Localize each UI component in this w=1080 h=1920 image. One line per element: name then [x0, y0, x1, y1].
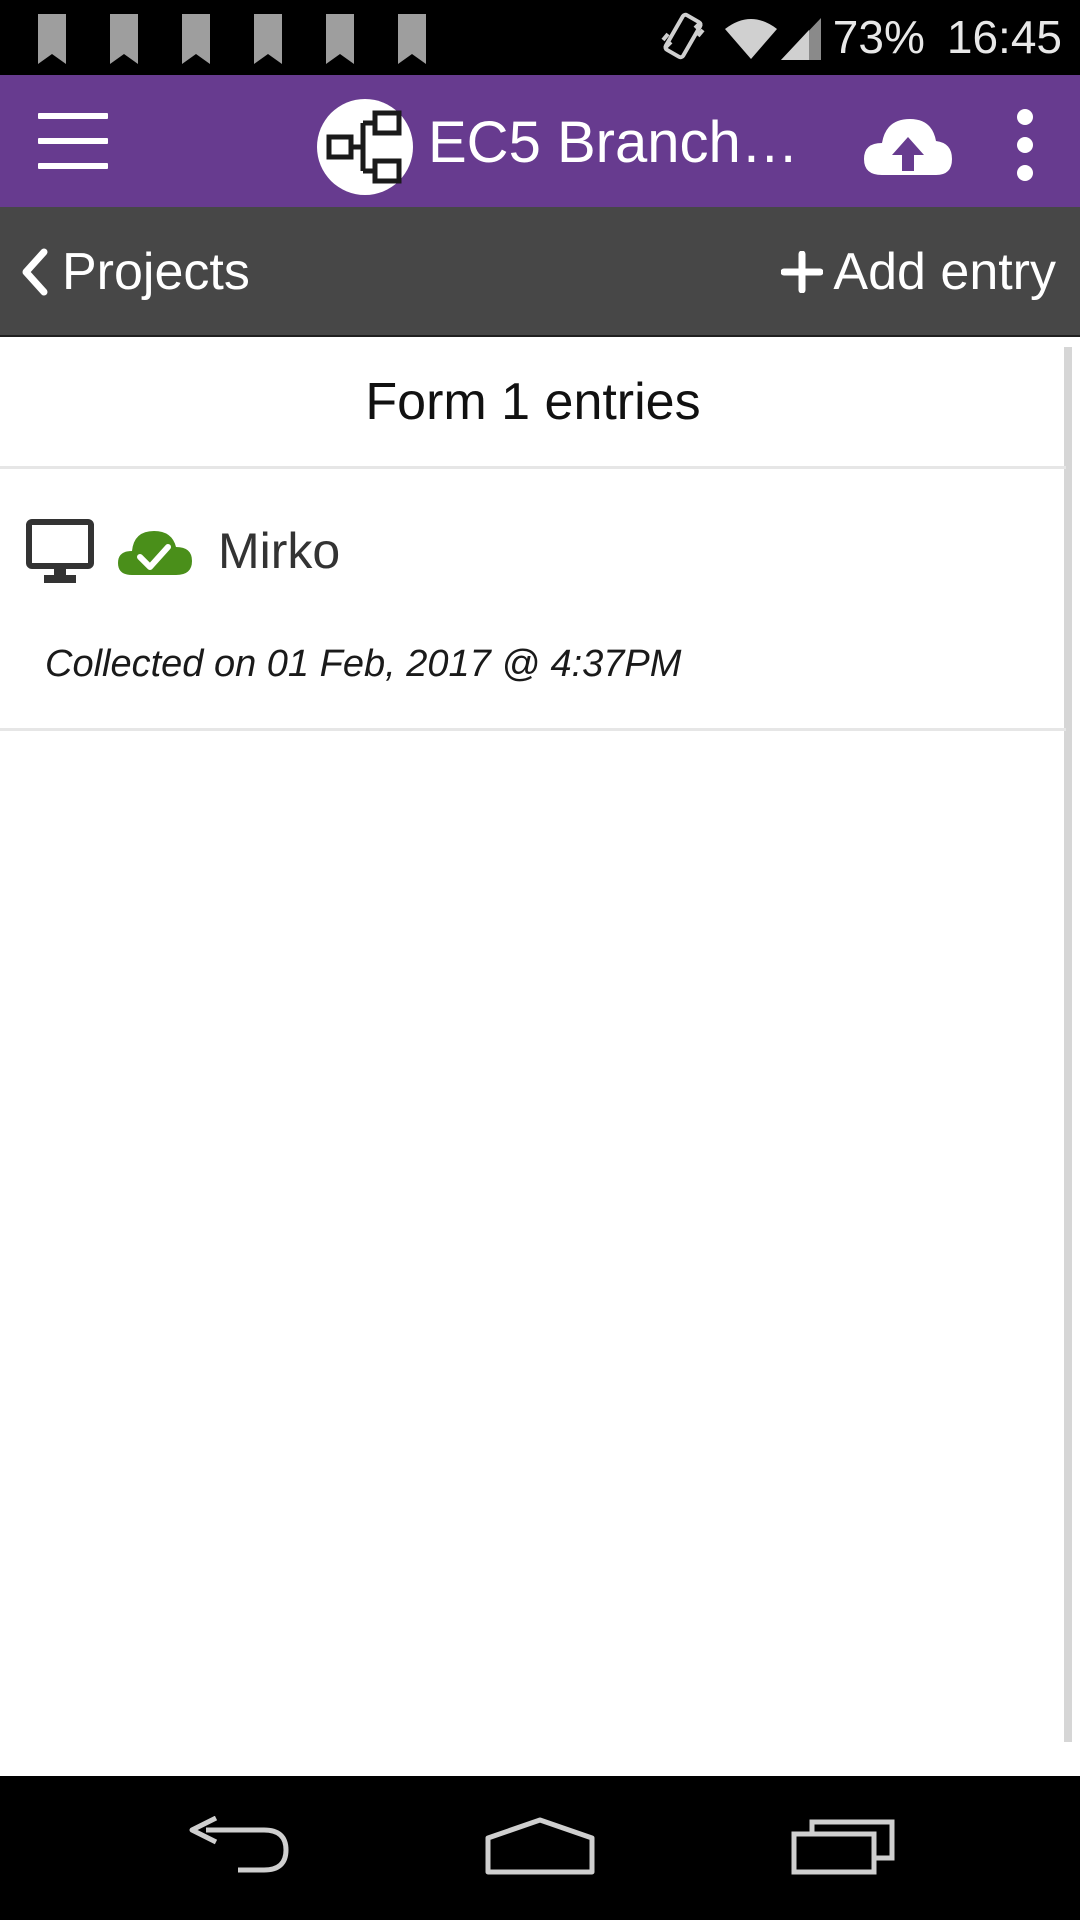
recents-icon[interactable] — [790, 1816, 896, 1881]
entry-title: Mirko — [218, 523, 341, 579]
vibrate-icon — [659, 10, 709, 66]
project-logo-icon — [317, 99, 413, 195]
add-entry-button[interactable]: Add entry — [781, 207, 1056, 337]
more-vert-icon[interactable] — [1010, 109, 1040, 181]
navigation-bar: Projects Add entry — [0, 207, 1080, 337]
back-icon[interactable] — [186, 1815, 292, 1881]
menu-icon[interactable] — [38, 113, 108, 169]
entry-collected-date: Collected on 01 Feb, 2017 @ 4:37PM — [45, 643, 682, 685]
cloud-check-icon — [118, 527, 192, 582]
battery-level: 73% — [832, 11, 925, 63]
clock: 16:45 — [946, 11, 1062, 63]
home-icon[interactable] — [484, 1816, 596, 1881]
bookmark-icon — [182, 14, 210, 64]
signal-icon — [779, 14, 823, 62]
chevron-left-icon — [22, 248, 48, 296]
notification-icons — [38, 14, 470, 64]
status-indicators: 73% 16:45 — [659, 0, 1062, 75]
app-title: EC5 Branch… — [428, 110, 799, 175]
app-bar: EC5 Branch… — [0, 75, 1080, 207]
plus-icon — [781, 251, 824, 293]
bookmark-icon — [326, 14, 354, 64]
status-bar: 73% 16:45 — [0, 0, 1080, 75]
cloud-upload-icon[interactable] — [862, 113, 954, 179]
back-label: Projects — [62, 243, 250, 301]
bookmark-icon — [38, 14, 66, 64]
list-header: Form 1 entries — [0, 339, 1066, 469]
projects-back-button[interactable]: Projects — [20, 207, 250, 337]
list-item[interactable]: Mirko Collected on 01 Feb, 2017 @ 4:37PM — [0, 469, 1066, 731]
add-entry-label: Add entry — [833, 243, 1056, 301]
wifi-icon — [723, 15, 779, 61]
entries-list: Form 1 entries Mirko Collected on 01 Feb… — [0, 339, 1080, 1776]
system-navigation-bar — [0, 1776, 1080, 1920]
bookmark-icon — [254, 14, 282, 64]
bookmark-icon — [398, 14, 426, 64]
bookmark-icon — [110, 14, 138, 64]
desktop-icon — [26, 519, 94, 592]
